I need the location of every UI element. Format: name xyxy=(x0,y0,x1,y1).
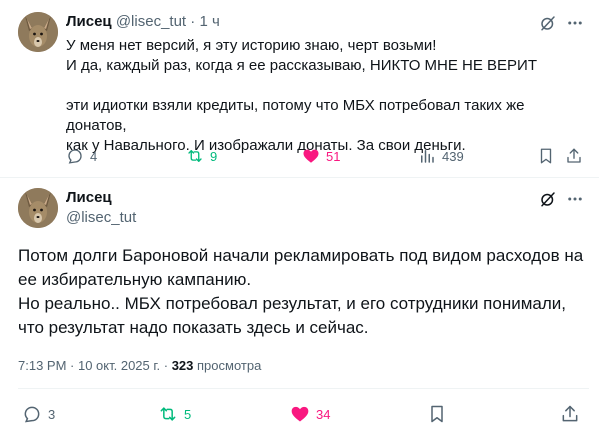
reply-count: 4 xyxy=(90,148,98,164)
divider xyxy=(18,388,589,389)
repost-count: 9 xyxy=(210,148,218,164)
views-label: просмотра xyxy=(193,358,262,373)
action-bar: 3 5 34 xyxy=(0,404,599,424)
grok-icon[interactable] xyxy=(537,188,559,210)
repost-button[interactable]: 9 xyxy=(186,146,217,166)
share-button[interactable] xyxy=(565,146,589,166)
separator-dot: · xyxy=(190,13,196,30)
tweet-time[interactable]: 1 ч xyxy=(199,13,219,30)
avatar[interactable] xyxy=(18,12,58,52)
share-icon xyxy=(567,148,581,163)
tweet-line: ее избирательную кампанию. xyxy=(18,270,252,289)
repost-count: 5 xyxy=(184,406,192,422)
tweet-line: Потом долги Бароновой начали рекламирова… xyxy=(18,246,584,265)
tweet-main: Лисец @lisec_tut Потом долги Бароновой н… xyxy=(0,178,599,444)
tweet-meta: 7:13 PM · 10 окт. 2025 г. · 323 просмотр… xyxy=(18,358,261,374)
views-number: 323 xyxy=(171,358,194,373)
reply-icon xyxy=(68,149,82,164)
bookmark-icon xyxy=(431,405,443,423)
tweet-line: У меня нет версий, я эту историю знаю, ч… xyxy=(66,37,437,54)
author-name[interactable]: Лисец xyxy=(66,188,112,208)
views-count: 439 xyxy=(442,148,464,164)
tweet-timestamp[interactable]: 7:13 PM · 10 окт. 2025 г. · xyxy=(18,358,172,373)
repost-button[interactable]: 5 xyxy=(158,404,191,424)
author-handle[interactable]: @lisec_tut xyxy=(66,208,136,228)
repost-icon xyxy=(160,407,176,421)
reply-button[interactable]: 3 xyxy=(22,404,55,424)
bookmark-button[interactable] xyxy=(537,146,561,166)
tweet-reply[interactable]: Лисец @lisec_tut · 1 ч У меня нет версий… xyxy=(0,0,599,178)
tweet-line: И да, каждый раз, когда я ее рассказываю… xyxy=(66,57,538,74)
avatar-image xyxy=(18,188,58,228)
like-button[interactable]: 34 xyxy=(290,404,330,424)
bookmark-icon xyxy=(540,148,552,164)
tweet-line: что результат надо показать здесь и сейч… xyxy=(18,318,369,337)
views-icon xyxy=(421,150,434,163)
heart-icon xyxy=(291,406,309,422)
tweet-line: эти идиотки взяли кредиты, потому что МБ… xyxy=(66,97,525,134)
reply-count: 3 xyxy=(48,406,56,422)
like-count: 51 xyxy=(326,148,341,164)
bookmark-button[interactable] xyxy=(427,404,453,424)
like-count: 34 xyxy=(316,406,331,422)
tweet-text: Потом долги Бароновой начали рекламирова… xyxy=(18,244,588,340)
share-button[interactable] xyxy=(560,404,586,424)
heart-icon xyxy=(303,149,319,163)
author-handle[interactable]: @lisec_tut xyxy=(116,13,186,30)
share-icon xyxy=(562,405,578,422)
avatar[interactable] xyxy=(18,188,58,228)
more-icon[interactable] xyxy=(564,12,586,34)
tweet-line: Но реально.. МБХ потребовал результат, и… xyxy=(18,294,566,313)
views-button[interactable]: 439 xyxy=(418,146,464,166)
action-bar: 4 9 51 439 xyxy=(0,146,599,166)
reply-icon xyxy=(24,406,40,423)
like-button[interactable]: 51 xyxy=(302,146,340,166)
repost-icon xyxy=(188,150,202,162)
more-icon[interactable] xyxy=(564,188,586,210)
tweet-header: Лисец @lisec_tut · 1 ч xyxy=(66,12,220,32)
avatar-image xyxy=(18,12,58,52)
author-name[interactable]: Лисец xyxy=(66,13,112,30)
reply-button[interactable]: 4 xyxy=(66,146,97,166)
tweet-text: У меня нет версий, я эту историю знаю, ч… xyxy=(66,36,581,156)
grok-icon[interactable] xyxy=(537,12,559,34)
